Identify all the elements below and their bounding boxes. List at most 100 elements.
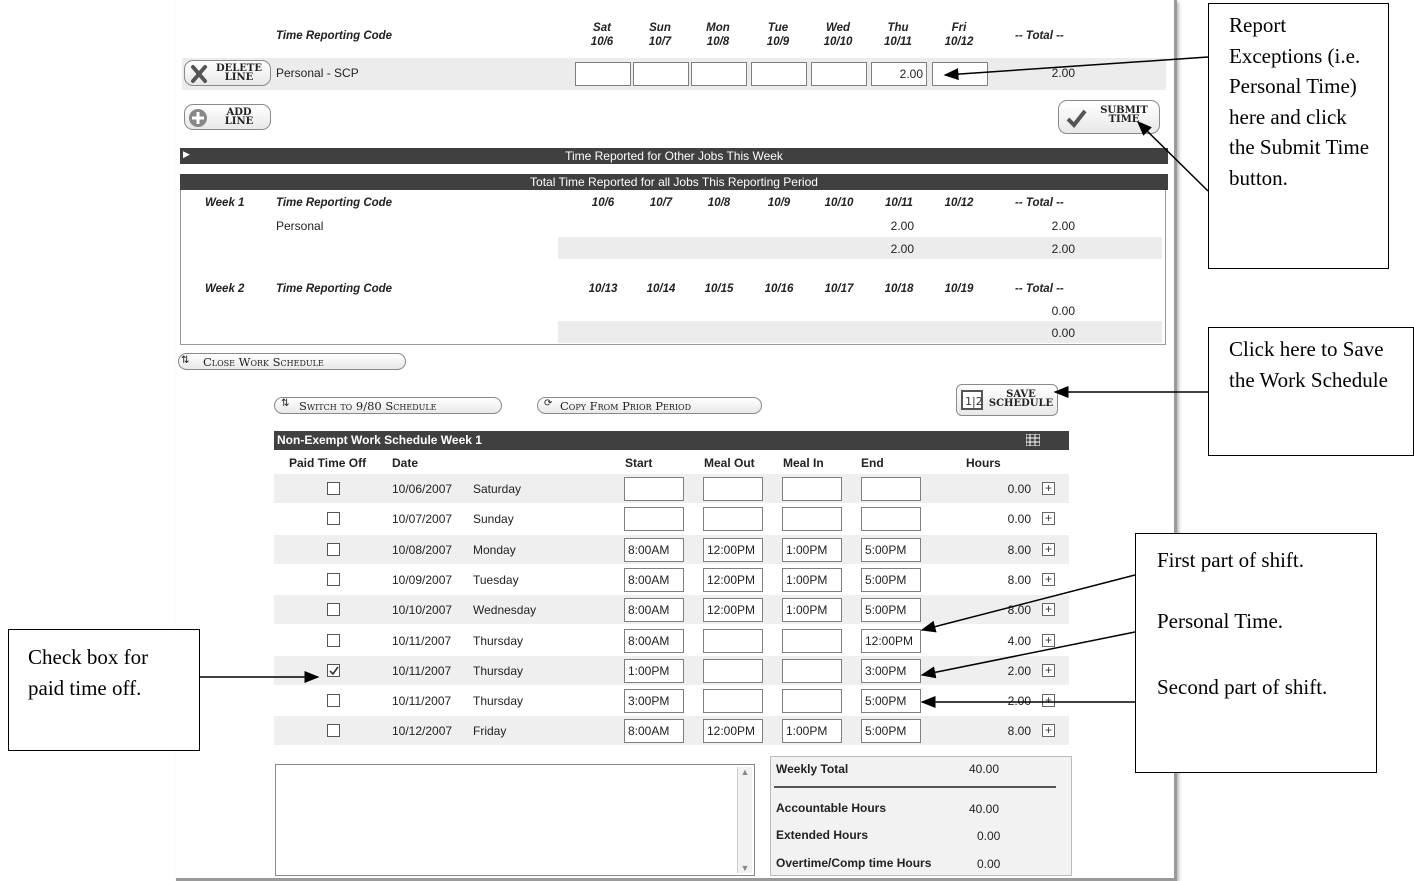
day-hours-input[interactable]	[932, 62, 988, 86]
paid-time-off-checkbox[interactable]	[327, 572, 340, 586]
code-header: Time Reporting Code	[276, 30, 393, 42]
paid-time-off-checkbox[interactable]	[327, 724, 340, 738]
day-hours-input[interactable]	[811, 62, 867, 86]
day-header-date: 10/9	[766, 36, 790, 48]
time-input-end[interactable]	[861, 507, 921, 532]
time-input-meal-in[interactable]	[782, 658, 842, 683]
time-input-meal-in[interactable]	[782, 628, 842, 653]
week2-sum-total: 0.00	[1051, 326, 1075, 340]
time-input-start[interactable]	[624, 477, 684, 501]
add-row-plus-icon[interactable]: +	[1042, 482, 1055, 495]
copy-prior-button[interactable]: ⟳ Copy From Prior Period	[537, 397, 762, 414]
time-input-meal-out[interactable]	[703, 628, 763, 653]
time-input-meal-in[interactable]: 1:00PM	[782, 719, 842, 744]
time-input-meal-out[interactable]	[703, 507, 763, 532]
summary-divider	[774, 786, 1056, 788]
time-input-meal-in[interactable]	[782, 477, 842, 501]
time-input-meal-in[interactable]: 1:00PM	[782, 537, 842, 562]
day-header-dow: Thu	[887, 22, 909, 34]
add-row-plus-icon[interactable]: +	[1042, 724, 1055, 738]
comments-textarea[interactable]: ▲ ▼	[275, 764, 755, 876]
other-jobs-bar[interactable]: ▶ Time Reported for Other Jobs This Week	[180, 148, 1168, 164]
time-input-end[interactable]: 5:00PM	[861, 537, 921, 562]
time-input-meal-out[interactable]	[703, 689, 763, 714]
switch-schedule-label: Switch to 9/80 Schedule	[299, 399, 437, 413]
add-row-plus-icon[interactable]: +	[1042, 542, 1055, 556]
time-input-meal-out[interactable]: 12:00PM	[703, 567, 763, 592]
paid-time-off-checkbox[interactable]	[327, 633, 340, 647]
day-hours-input[interactable]	[633, 62, 689, 86]
scroll-up-icon[interactable]: ▲	[738, 767, 752, 777]
time-input-meal-in[interactable]	[782, 689, 842, 714]
add-row-plus-icon[interactable]: +	[1042, 694, 1055, 708]
day-header-date: 10/12	[944, 36, 974, 48]
time-input-start[interactable]: 8:00AM	[624, 598, 684, 623]
time-input-meal-in[interactable]: 1:00PM	[782, 598, 842, 623]
time-input-start[interactable]: 8:00AM	[624, 567, 684, 592]
save-schedule-button[interactable]: 1|2 SAVE SCHEDULE	[956, 384, 1058, 416]
time-input-end[interactable]: 12:00PM	[861, 628, 921, 653]
time-input-start[interactable]	[624, 507, 684, 532]
day-header-dow: Wed	[825, 22, 851, 34]
day-hours-input[interactable]: 2.00	[871, 62, 927, 86]
add-line-button[interactable]: ADD LINE	[184, 104, 271, 130]
time-input-start[interactable]: 3:00PM	[624, 689, 684, 714]
time-input-meal-out[interactable]: 12:00PM	[703, 598, 763, 623]
time-input-meal-in[interactable]: 1:00PM	[782, 567, 842, 592]
time-input-meal-out[interactable]	[703, 477, 763, 501]
switch-schedule-button[interactable]: ⇅ Switch to 9/80 Schedule	[274, 397, 502, 414]
row-day: Friday	[473, 724, 507, 739]
scrollbar[interactable]: ▲ ▼	[737, 767, 752, 873]
time-input-start[interactable]: 1:00PM	[624, 658, 684, 683]
period-date-header: 10/13	[588, 283, 618, 295]
time-input-end[interactable]: 5:00PM	[861, 598, 921, 623]
time-input-meal-in[interactable]	[782, 507, 842, 532]
week2-row-total: 0.00	[1051, 304, 1075, 318]
add-row-plus-icon[interactable]: +	[1042, 572, 1055, 586]
time-input-end[interactable]: 5:00PM	[861, 567, 921, 592]
callout-check-box: Check box for paid time off.	[8, 629, 200, 751]
close-schedule-label: Close Work Schedule	[203, 355, 324, 369]
scroll-down-icon[interactable]: ▼	[738, 863, 752, 873]
paid-time-off-checkbox[interactable]	[327, 512, 340, 526]
add-row-plus-icon[interactable]: +	[1042, 603, 1055, 617]
week1-row-code: Personal	[276, 219, 324, 233]
time-input-end[interactable]: 3:00PM	[861, 658, 921, 683]
row-hours: 4.00	[1007, 633, 1031, 648]
time-input-end[interactable]: 5:00PM	[861, 719, 921, 744]
day-hours-input[interactable]	[751, 62, 807, 86]
copy-icon: ⟳	[544, 398, 553, 409]
paid-time-off-checkbox[interactable]	[327, 542, 340, 556]
delete-line-button[interactable]: DELETE LINE	[184, 60, 271, 86]
switch-arrows-icon: ⇅	[281, 398, 290, 409]
time-input-end[interactable]	[861, 477, 921, 501]
paid-time-off-checkbox[interactable]	[327, 603, 340, 617]
week2-label: Week 2	[205, 283, 245, 295]
paid-time-off-checkbox[interactable]	[327, 663, 340, 677]
paid-time-off-checkbox[interactable]	[327, 694, 340, 708]
row-day: Saturday	[473, 482, 522, 496]
day-hours-input[interactable]	[691, 62, 747, 86]
callout-shift-second: Second part of shift.	[1157, 675, 1328, 699]
close-schedule-button[interactable]: ⇅ Close Work Schedule	[178, 353, 406, 370]
add-row-plus-icon[interactable]: +	[1042, 633, 1055, 647]
schedule-icon: ⇅	[181, 355, 190, 366]
add-row-plus-icon[interactable]: +	[1042, 663, 1055, 677]
schedule-title-bar: Non-Exempt Work Schedule Week 1	[274, 431, 1069, 450]
paid-time-off-checkbox[interactable]	[327, 482, 340, 495]
week2-total-header: -- Total --	[1015, 283, 1064, 295]
grid-icon[interactable]	[1026, 434, 1040, 446]
row-date: 10/09/2007	[392, 572, 453, 587]
submit-time-button[interactable]: SUBMIT TIME	[1058, 100, 1160, 134]
time-input-meal-out[interactable]: 12:00PM	[703, 719, 763, 744]
add-row-plus-icon[interactable]: +	[1042, 512, 1055, 526]
period-date-header: 10/18	[884, 283, 914, 295]
day-hours-input[interactable]	[575, 62, 631, 86]
time-input-start[interactable]: 8:00AM	[624, 719, 684, 744]
time-input-start[interactable]: 8:00AM	[624, 537, 684, 562]
time-input-end[interactable]: 5:00PM	[861, 689, 921, 714]
time-input-start[interactable]: 8:00AM	[624, 628, 684, 653]
time-input-meal-out[interactable]: 12:00PM	[703, 537, 763, 562]
schedule-title: Non-Exempt Work Schedule Week 1	[277, 433, 482, 447]
time-input-meal-out[interactable]	[703, 658, 763, 683]
